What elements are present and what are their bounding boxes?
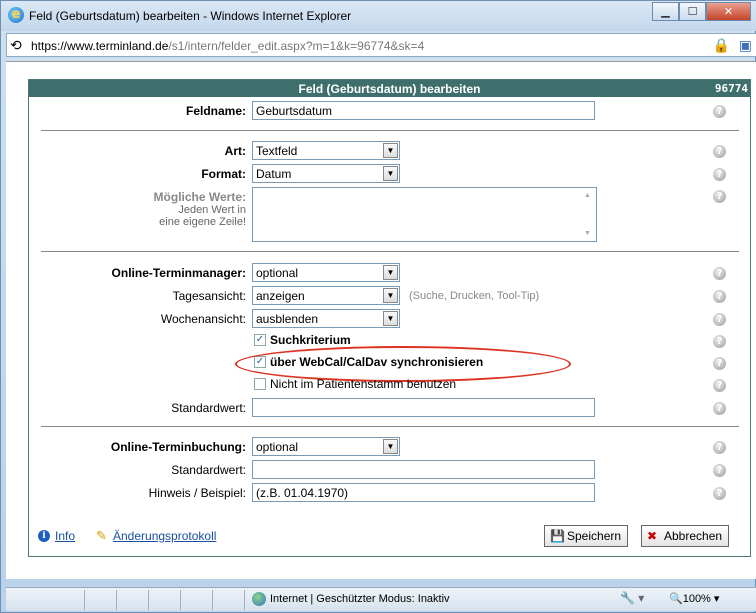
hinweis-input[interactable]: (z.B. 01.04.1970) xyxy=(252,483,595,502)
format-value: Datum xyxy=(256,167,292,181)
status-divider xyxy=(84,590,85,610)
help-icon[interactable]: ? xyxy=(713,487,726,500)
edit-panel: Feld (Geburtsdatum) bearbeiten 96774 Fel… xyxy=(28,79,751,557)
zoom-level[interactable]: 🔍100% ▾ xyxy=(669,592,719,605)
dropdown-arrow-icon[interactable]: ▼ xyxy=(383,265,398,280)
minimize-button[interactable]: ▁ xyxy=(652,2,679,21)
help-icon[interactable]: ? xyxy=(713,402,726,415)
dropdown-arrow-icon[interactable]: ▼ xyxy=(383,143,398,158)
title-bar: e Feld (Geburtsdatum) bearbeiten - Windo… xyxy=(1,1,756,31)
globe-icon xyxy=(252,592,266,606)
compat-icon[interactable]: ▣ xyxy=(739,37,752,54)
feldname-label: Feldname: xyxy=(185,104,246,118)
wochen-value: ausblenden xyxy=(256,312,319,326)
save-button[interactable]: 💾 Speichern xyxy=(544,525,629,547)
art-label: Art: xyxy=(224,144,246,158)
lock-icon[interactable]: 🔒 xyxy=(713,37,730,54)
format-label: Format: xyxy=(201,167,246,181)
werte-textarea[interactable]: ▲ ▼ xyxy=(252,187,597,242)
status-divider xyxy=(244,590,245,610)
status-divider xyxy=(180,590,181,610)
help-icon[interactable]: ? xyxy=(713,379,726,392)
otm-value: optional xyxy=(256,266,299,280)
wochen-select[interactable]: ausblenden ▼ xyxy=(252,309,400,328)
hinweis-label: Hinweis / Beispiel: xyxy=(148,486,246,500)
status-divider xyxy=(148,590,149,610)
url-text[interactable]: https://www.terminland.de/s1/intern/feld… xyxy=(31,39,424,53)
otm-select[interactable]: optional ▼ xyxy=(252,263,400,282)
aenderungsprotokoll-link[interactable]: Änderungsprotokoll xyxy=(113,529,216,543)
help-icon[interactable]: ? xyxy=(713,168,726,181)
zone-status[interactable]: Internet | Geschützter Modus: Inaktiv xyxy=(270,593,450,605)
help-icon[interactable]: ? xyxy=(713,313,726,326)
divider xyxy=(41,251,739,252)
save-label: Speichern xyxy=(567,529,622,543)
otb-value: optional xyxy=(256,440,299,454)
help-icon[interactable]: ? xyxy=(713,267,726,280)
floppy-icon: 💾 xyxy=(550,529,565,543)
help-icon[interactable]: ? xyxy=(713,145,726,158)
standardwert-input[interactable] xyxy=(252,398,595,417)
help-icon[interactable]: ? xyxy=(713,105,726,118)
help-icon[interactable]: ? xyxy=(713,335,726,348)
tages-hint: (Suche, Drucken, Tool-Tip) xyxy=(409,290,540,302)
help-icon[interactable]: ? xyxy=(713,290,726,303)
divider xyxy=(41,426,739,427)
art-value: Textfeld xyxy=(256,144,298,158)
tages-value: anzeigen xyxy=(256,289,305,303)
protected-mode-icon[interactable]: 🔧 ▾ xyxy=(620,591,644,605)
standardwert2-label: Standardwert: xyxy=(171,463,246,477)
ie-logo-icon: e xyxy=(8,7,24,23)
dropdown-arrow-icon[interactable]: ▼ xyxy=(383,288,398,303)
status-divider xyxy=(116,590,117,610)
status-bar: Internet | Geschützter Modus: Inaktiv 🔧 … xyxy=(6,587,756,611)
wochen-label: Wochenansicht: xyxy=(160,312,246,326)
werte-label: Mögliche Werte: xyxy=(153,190,246,204)
page-icon: ⟲ xyxy=(10,37,22,53)
cancel-x-icon: ✖ xyxy=(647,529,658,543)
help-icon[interactable]: ? xyxy=(713,190,726,203)
dropdown-arrow-icon[interactable]: ▼ xyxy=(383,439,398,454)
standardwert2-input[interactable] xyxy=(252,460,595,479)
history-icon[interactable]: ✎ xyxy=(96,528,107,544)
page-content: Feld (Geburtsdatum) bearbeiten 96774 Fel… xyxy=(6,61,756,579)
help-icon[interactable]: ? xyxy=(713,464,726,477)
window-title: Feld (Geburtsdatum) bearbeiten - Windows… xyxy=(29,9,352,23)
status-divider xyxy=(212,590,213,610)
dropdown-arrow-icon[interactable]: ▼ xyxy=(383,166,398,181)
info-icon[interactable]: i xyxy=(38,530,50,542)
maximize-button[interactable]: ☐ xyxy=(679,2,706,21)
art-select[interactable]: Textfeld ▼ xyxy=(252,141,400,160)
standardwert-label: Standardwert: xyxy=(171,401,246,415)
help-icon[interactable]: ? xyxy=(713,441,726,454)
panel-title: Feld (Geburtsdatum) bearbeiten xyxy=(298,82,481,96)
divider xyxy=(41,130,739,131)
format-select[interactable]: Datum ▼ xyxy=(252,164,400,183)
werte-hint-2: eine eigene Zeile! xyxy=(159,216,246,228)
info-link[interactable]: Info xyxy=(55,529,75,543)
patientenstamm-checkbox[interactable] xyxy=(254,378,266,390)
tages-label: Tagesansicht: xyxy=(172,289,246,303)
help-icon[interactable]: ? xyxy=(713,357,726,370)
panel-header: Feld (Geburtsdatum) bearbeiten 96774 xyxy=(29,80,750,97)
close-button[interactable]: ✕ xyxy=(706,2,751,21)
werte-hint-1: Jeden Wert in xyxy=(178,204,246,216)
otm-label: Online-Terminmanager: xyxy=(111,266,246,280)
ie-window: e Feld (Geburtsdatum) bearbeiten - Windo… xyxy=(0,0,756,613)
otb-select[interactable]: optional ▼ xyxy=(252,437,400,456)
dropdown-arrow-icon[interactable]: ▼ xyxy=(383,311,398,326)
suchkriterium-label: Suchkriterium xyxy=(270,333,351,347)
otb-label: Online-Terminbuchung: xyxy=(110,440,246,454)
address-bar[interactable]: ⟲ https://www.terminland.de/s1/intern/fe… xyxy=(6,33,756,57)
cancel-button[interactable]: ✖ Abbrechen xyxy=(641,525,730,547)
zoom-value: 100% xyxy=(682,593,711,605)
feldname-input[interactable]: Geburtsdatum xyxy=(252,101,595,120)
scrollbar[interactable]: ▲ ▼ xyxy=(580,188,596,241)
cancel-label: Abbrechen xyxy=(664,529,723,543)
tages-select[interactable]: anzeigen ▼ xyxy=(252,286,400,305)
suchkriterium-checkbox[interactable]: ✓ xyxy=(254,334,266,346)
record-id: 96774 xyxy=(714,82,748,95)
patientenstamm-label: Nicht im Patientenstamm benutzen xyxy=(270,377,457,391)
